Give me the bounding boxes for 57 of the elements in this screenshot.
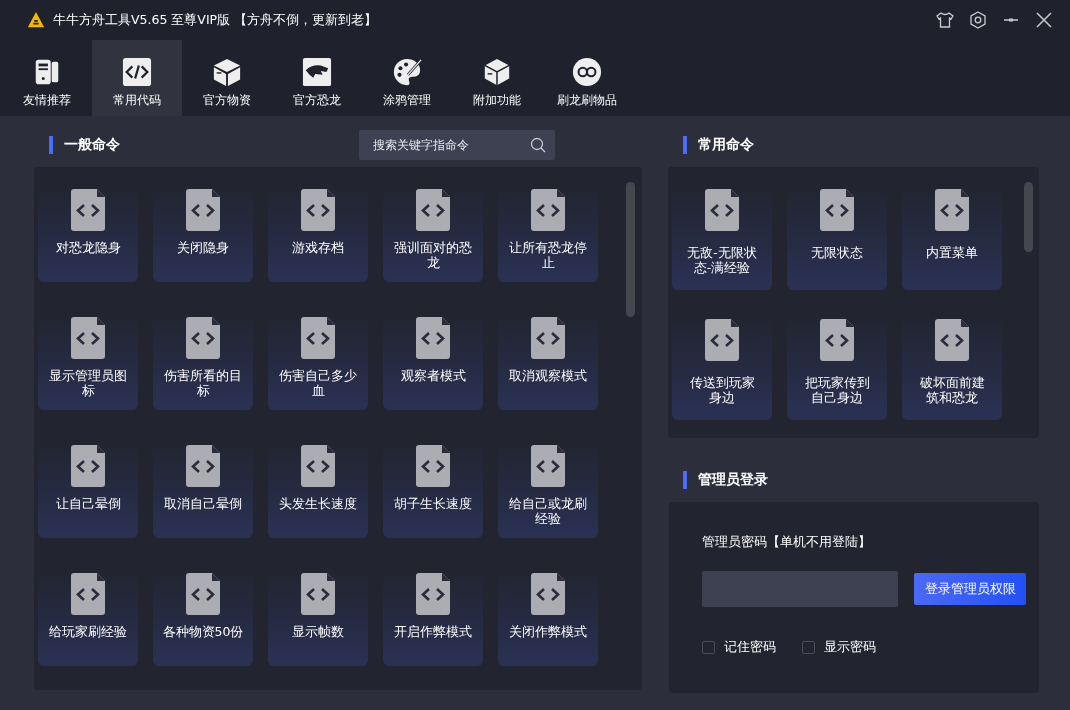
code-file-icon: [71, 317, 105, 359]
tab[interactable]: 官方物资: [182, 40, 272, 116]
checkbox-option[interactable]: 显示密码: [802, 638, 876, 656]
checkbox[interactable]: [702, 640, 715, 654]
tab[interactable]: 友情推荐: [2, 40, 92, 116]
checkbox-option[interactable]: 记住密码: [702, 638, 776, 656]
tab[interactable]: 常用代码: [92, 40, 182, 116]
code-file-icon: [301, 317, 335, 359]
code-file-icon: [531, 573, 565, 615]
scrollbar-thumb[interactable]: [626, 182, 635, 317]
tab[interactable]: 附加功能: [452, 40, 542, 116]
code-file-icon: [301, 445, 335, 487]
cube-icon: [482, 57, 512, 87]
app-logo-icon: [27, 11, 45, 29]
infinity-icon: [572, 57, 602, 87]
code-file-icon: [820, 189, 854, 231]
code-file-icon: [416, 445, 450, 487]
search-icon[interactable]: [530, 137, 546, 153]
code-file-icon: [935, 189, 969, 231]
box-icon: [212, 57, 242, 87]
code-file-icon: [705, 319, 739, 361]
code-file-icon: [301, 189, 335, 231]
section-title: 常用命令: [698, 136, 754, 154]
code-file-icon: [71, 445, 105, 487]
code-file-icon: [301, 573, 335, 615]
login-button[interactable]: 登录管理员权限: [914, 573, 1026, 605]
section-title: 一般命令: [64, 136, 120, 154]
code-file-icon: [71, 573, 105, 615]
scrollbar-thumb[interactable]: [1024, 182, 1033, 252]
code-file-icon: [935, 319, 969, 361]
palette-icon: [392, 57, 422, 87]
code-file-icon: [416, 189, 450, 231]
code-file-icon: [705, 189, 739, 231]
password-field[interactable]: [702, 571, 898, 607]
code-icon: [122, 57, 152, 87]
close-icon[interactable]: [1034, 10, 1054, 30]
shirt-icon[interactable]: [935, 10, 955, 30]
code-file-icon: [820, 319, 854, 361]
code-file-icon: [531, 189, 565, 231]
tab[interactable]: 涂鸦管理: [362, 40, 452, 116]
code-file-icon: [416, 317, 450, 359]
tab[interactable]: 官方恐龙: [272, 40, 362, 116]
code-file-icon: [416, 573, 450, 615]
code-file-icon: [531, 445, 565, 487]
code-file-icon: [186, 189, 220, 231]
code-file-icon: [71, 189, 105, 231]
code-file-icon: [186, 445, 220, 487]
code-file-icon: [186, 573, 220, 615]
section-title: 管理员登录: [698, 471, 768, 489]
settings-icon[interactable]: [968, 10, 988, 30]
tab[interactable]: 刷龙刷物品: [542, 40, 632, 116]
code-file-icon: [186, 317, 220, 359]
checkbox[interactable]: [802, 640, 815, 654]
window-title: 牛牛方舟工具V5.65 至尊VIP版 【方舟不倒，更新到老】: [53, 11, 378, 29]
code-file-icon: [531, 317, 565, 359]
search-field[interactable]: 搜索关键字指命令: [359, 130, 555, 160]
password-label: 管理员密码【单机不用登陆】: [702, 533, 872, 551]
